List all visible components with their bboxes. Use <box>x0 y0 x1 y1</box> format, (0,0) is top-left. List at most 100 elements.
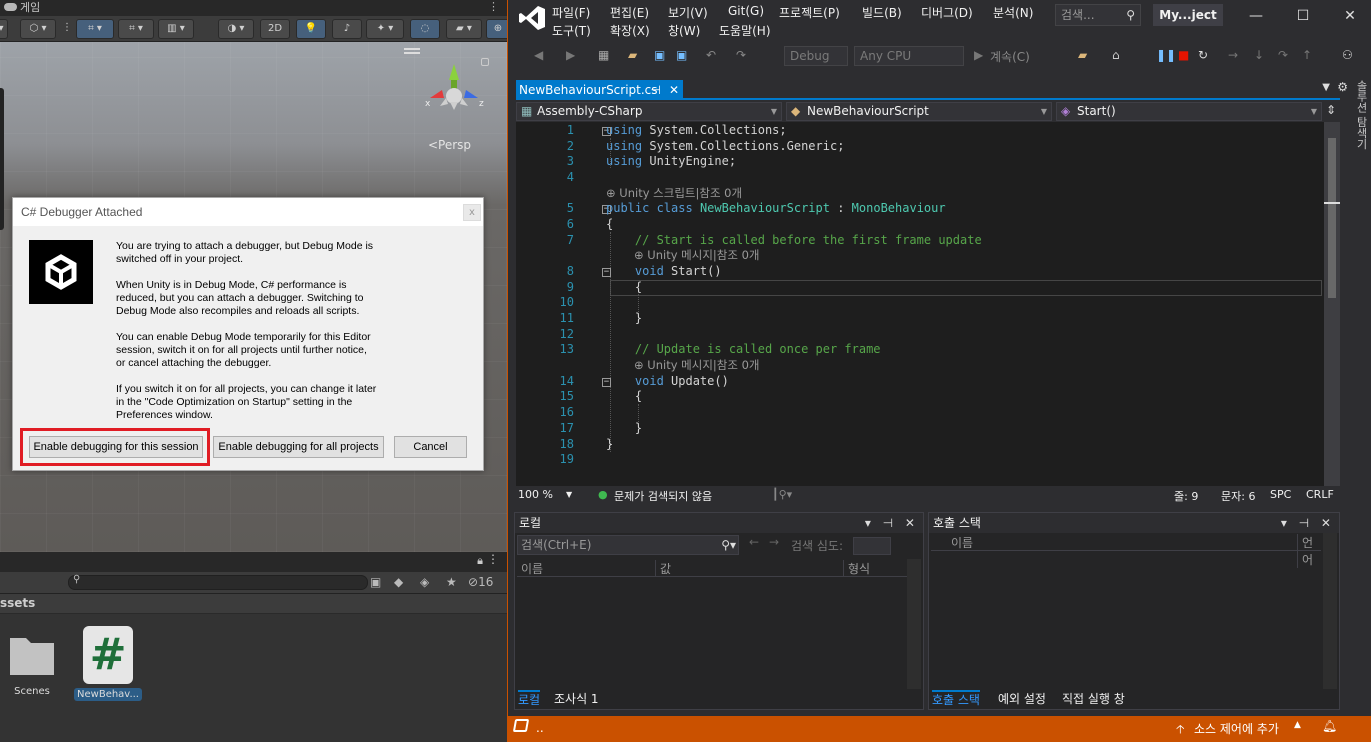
cancel-button[interactable]: Cancel <box>394 436 467 458</box>
tab-immediate-window[interactable]: 직접 실행 창 <box>1062 690 1125 708</box>
column-type[interactable]: 형식 <box>843 560 870 577</box>
tab-newbehaviourscript[interactable]: NewBehaviourScript.cs ⊣ ✕ <box>516 80 683 100</box>
audio-mute-icon[interactable]: ♪ <box>332 19 362 39</box>
settings-gear-icon[interactable]: ⚙ <box>1337 80 1348 94</box>
overlay-menu-icon[interactable] <box>404 48 420 50</box>
column-name[interactable]: 이름 <box>951 534 973 551</box>
undo-icon[interactable]: ↶ <box>706 48 720 62</box>
line-indicator[interactable]: 줄: 9 <box>1174 488 1198 504</box>
folder-icon[interactable]: ▰ <box>1078 48 1092 62</box>
visibility-icon[interactable]: ◌ <box>410 19 440 39</box>
menu-project[interactable]: 프로젝트(P) <box>779 4 840 21</box>
menu-build[interactable]: 빌드(B) <box>862 4 902 21</box>
shading-icon[interactable]: ◑ ▾ <box>218 19 254 39</box>
search-by-type-icon[interactable]: ▣ <box>370 575 381 589</box>
platform-select[interactable]: Any CPU <box>854 46 964 66</box>
browser-icon[interactable]: ⌂ <box>1112 48 1126 62</box>
effects-icon[interactable]: ✦ ▾ <box>366 19 404 39</box>
pane-controls[interactable]: ▾ ⊣ ✕ <box>865 513 919 533</box>
enable-session-button[interactable]: Enable debugging for this session <box>29 436 203 458</box>
notifications-bell-icon[interactable]: 🔔︎ <box>1322 719 1337 733</box>
continue-icon[interactable]: ▶ <box>974 48 988 62</box>
menu-analyze[interactable]: 분석(N) <box>993 4 1033 21</box>
enable-all-projects-button[interactable]: Enable debugging for all projects <box>213 436 384 458</box>
zoom-level[interactable]: 100 % <box>518 488 553 501</box>
orientation-gizmo-icon[interactable]: x z <box>418 54 490 126</box>
filter-type-icon[interactable]: ◆ <box>394 575 403 589</box>
stop-icon[interactable]: ■ <box>1178 48 1192 62</box>
locals-search-input[interactable]: 검색(Ctrl+E) ⚲▾ <box>517 535 739 555</box>
dialog-close-button[interactable]: x <box>463 204 481 221</box>
project-search-input[interactable]: ⚲ <box>68 574 368 590</box>
more-icon[interactable]: ⋮ <box>487 552 499 566</box>
forward-icon[interactable]: ▶ <box>566 48 580 62</box>
project-nav-select[interactable]: ▦ Assembly-CSharp ▼ <box>516 102 782 121</box>
restart-icon[interactable]: ↻ <box>1198 48 1212 62</box>
split-window-icon[interactable]: ⇕ <box>1326 103 1336 117</box>
maximize-button[interactable]: ☐ <box>1293 6 1313 26</box>
step-over-icon[interactable]: ↷ <box>1278 48 1292 62</box>
minimize-button[interactable]: — <box>1246 6 1266 26</box>
live-share-icon[interactable]: ⚇ <box>1342 48 1356 62</box>
whitespace-indicator[interactable]: SPC <box>1270 488 1291 501</box>
close-tab-icon[interactable]: ✕ <box>669 80 679 100</box>
step-into-icon[interactable]: ↓ <box>1254 48 1268 62</box>
line-ending-indicator[interactable]: CRLF <box>1306 488 1334 501</box>
tab-call-stack[interactable]: 호출 스택 <box>932 690 980 708</box>
lighting-icon[interactable]: 💡 <box>296 19 326 39</box>
pause-icon[interactable]: ❚❚ <box>1156 48 1176 62</box>
class-nav-select[interactable]: ◆ NewBehaviourScript ▼ <box>786 102 1052 121</box>
column-indicator[interactable]: 문자: 6 <box>1221 488 1255 504</box>
column-value[interactable]: 값 <box>655 560 671 577</box>
menu-debug[interactable]: 디버그(D) <box>921 4 973 21</box>
tab-list-icon[interactable]: ▼ <box>1322 82 1330 93</box>
favorite-icon[interactable]: ★ <box>446 575 457 589</box>
new-project-icon[interactable]: ▦ <box>598 48 612 62</box>
increment-snap-icon[interactable]: ▥ ▾ <box>158 19 194 39</box>
configuration-select[interactable]: Debug <box>784 46 848 66</box>
persp-label[interactable]: <Persp <box>428 138 471 152</box>
hidden-packages-icon[interactable]: ⊘16 <box>468 575 493 589</box>
menu-extensions[interactable]: 확장(X) <box>610 22 650 39</box>
tab-exception-settings[interactable]: 예외 설정 <box>998 690 1046 708</box>
column-language[interactable]: 언어 <box>1297 534 1321 568</box>
editor-scrollbar[interactable] <box>1324 122 1340 486</box>
issues-status[interactable]: 문제가 검색되지 않음 <box>614 488 712 504</box>
code-editor[interactable]: 1− using System.Collections; 2 using Syste… <box>516 122 1324 486</box>
open-icon[interactable]: ▰ <box>628 48 642 62</box>
grid-icon[interactable]: ⌗ ▾ <box>118 19 154 39</box>
add-to-source-control[interactable]: 소스 제어에 추가 <box>1194 720 1279 737</box>
show-next-statement-icon[interactable]: → <box>1228 48 1242 62</box>
search-depth-select[interactable] <box>853 537 891 555</box>
breadcrumb[interactable]: ssets <box>0 594 507 614</box>
game-tab[interactable]: 게임 <box>20 0 40 15</box>
scrollbar-thumb[interactable] <box>1328 138 1336 298</box>
menu-view[interactable]: 보기(V) <box>668 4 708 21</box>
menu-tools[interactable]: 도구(T) <box>552 22 591 39</box>
label-icon[interactable]: ◈ <box>420 575 429 589</box>
locals-scrollbar[interactable] <box>907 559 921 689</box>
grid-snap-icon[interactable]: ⌗ ▾ <box>76 19 114 39</box>
asset-scenes-folder[interactable]: Scenes <box>4 632 60 698</box>
solution-explorer-tab[interactable]: 솔루션 탐색기 <box>1353 80 1369 150</box>
menu-window[interactable]: 창(W) <box>668 22 700 39</box>
source-control-arrow-icon[interactable]: ▲ <box>1294 720 1301 730</box>
call-stack-scrollbar[interactable] <box>1323 533 1337 689</box>
member-nav-select[interactable]: ◈ Start() ▼ <box>1056 102 1322 121</box>
gizmos-icon[interactable]: ⊕ <box>486 19 507 39</box>
back-icon[interactable]: ◀ <box>534 48 548 62</box>
search-back-icon[interactable]: ← <box>749 535 759 549</box>
menu-file[interactable]: 파일(F) <box>552 4 590 21</box>
continue-button[interactable]: 계속(C) <box>990 48 1030 65</box>
tool-icon[interactable]: ▾ <box>0 19 8 39</box>
save-icon[interactable]: ▣ <box>654 48 668 62</box>
search-forward-icon[interactable]: → <box>769 535 779 549</box>
camera-icon[interactable]: ▰ ▾ <box>446 19 482 39</box>
redo-icon[interactable]: ↷ <box>736 48 750 62</box>
close-window-button[interactable]: ✕ <box>1340 6 1360 26</box>
lock-icon[interactable]: 🔒︎ <box>477 554 483 568</box>
tab-locals[interactable]: 로컬 <box>518 690 541 708</box>
step-out-icon[interactable]: ↑ <box>1302 48 1316 62</box>
menu-help[interactable]: 도움말(H) <box>719 22 771 39</box>
pane-controls[interactable]: ▾ ⊣ ✕ <box>1281 513 1335 533</box>
